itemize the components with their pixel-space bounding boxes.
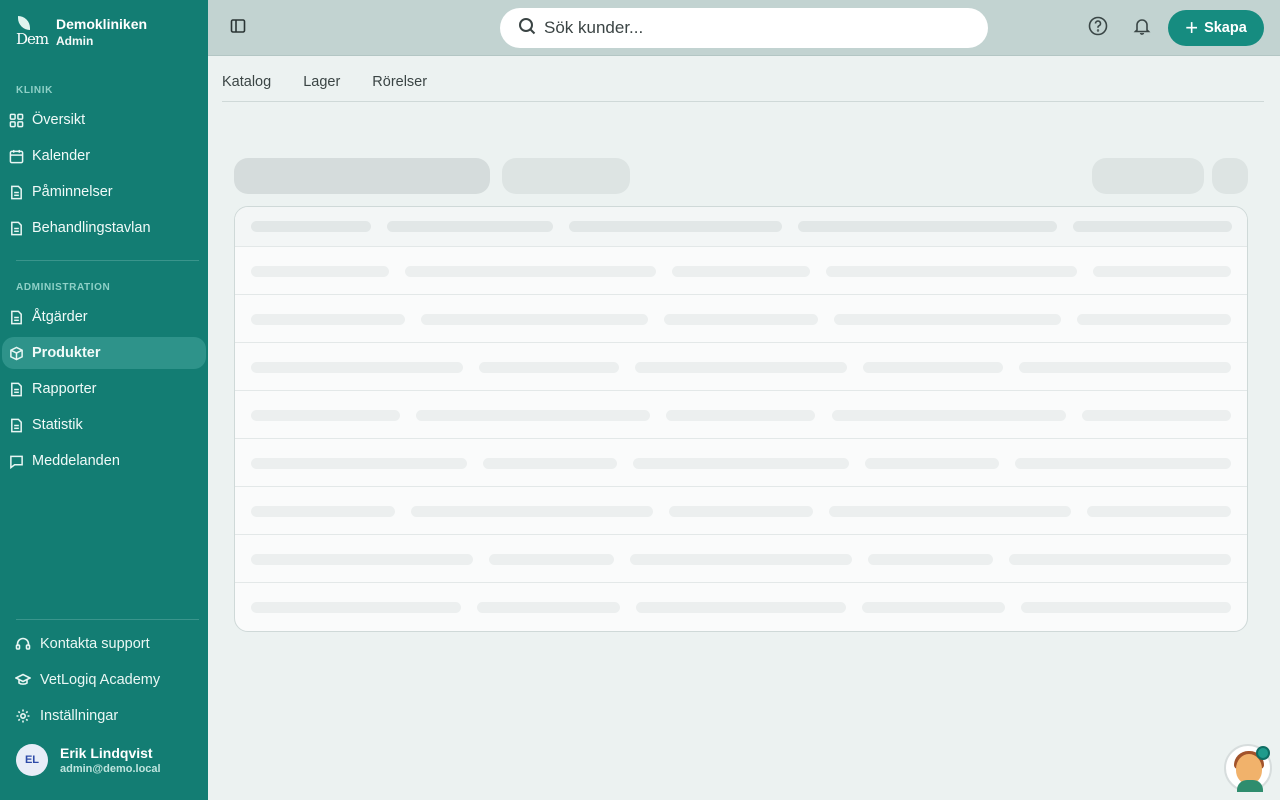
skeleton-icon-button <box>1212 158 1248 194</box>
help-icon <box>1088 16 1108 41</box>
document-icon <box>8 417 24 433</box>
assistant-badge-icon <box>1256 746 1270 760</box>
user-profile[interactable]: EL Erik Lindqvist admin@demo.local <box>16 744 161 776</box>
chat-icon <box>8 453 24 469</box>
bottom-item-label: VetLogiq Academy <box>40 672 161 688</box>
skeleton-search <box>234 158 490 194</box>
sidebar-item-label: Översikt <box>32 112 86 128</box>
sidebar-item-meddelanden[interactable]: Meddelanden <box>2 445 206 477</box>
sidebar-item-label: Åtgärder <box>32 309 88 325</box>
search-bar[interactable] <box>500 8 988 48</box>
skeleton-table <box>234 206 1248 632</box>
user-email: admin@demo.local <box>60 763 161 775</box>
clinic-name: Demokliniken <box>56 16 148 32</box>
tab-katalog[interactable]: Katalog <box>222 72 271 92</box>
table-row <box>235 391 1247 439</box>
assistant-avatar-button[interactable] <box>1224 744 1272 792</box>
sidebar: Dem Demokliniken Admin KLINIK Översikt K… <box>0 0 208 800</box>
notifications-button[interactable] <box>1130 16 1154 40</box>
installningar-link[interactable]: Inställningar <box>14 702 118 730</box>
skeleton-action <box>1092 158 1204 194</box>
document-icon <box>8 184 24 200</box>
table-row <box>235 343 1247 391</box>
document-icon <box>8 309 24 325</box>
sidebar-item-statistik[interactable]: Statistik <box>2 409 206 441</box>
section-label-clinic: KLINIK <box>16 85 53 96</box>
grid-icon <box>8 112 24 128</box>
calendar-icon <box>8 148 24 164</box>
plus-icon: + <box>1185 15 1199 40</box>
sidebar-toggle-icon <box>230 18 246 39</box>
sidebar-item-label: Produkter <box>32 345 101 361</box>
create-button-label: Skapa <box>1204 20 1247 36</box>
sidebar-divider <box>16 260 199 261</box>
table-row <box>235 295 1247 343</box>
sidebar-item-label: Statistik <box>32 417 83 433</box>
sidebar-item-label: Meddelanden <box>32 453 120 469</box>
table-header <box>235 207 1247 247</box>
sidebar-item-kalender[interactable]: Kalender <box>2 140 206 172</box>
sidebar-item-rapporter[interactable]: Rapporter <box>2 373 206 405</box>
brand[interactable]: Dem Demokliniken Admin <box>16 14 147 49</box>
tab-rorelser[interactable]: Rörelser <box>372 72 427 92</box>
tab-lager[interactable]: Lager <box>303 72 340 92</box>
table-row <box>235 487 1247 535</box>
vetlogiq-academy-link[interactable]: VetLogiq Academy <box>14 666 160 694</box>
avatar: EL <box>16 744 48 776</box>
kontakta-support-link[interactable]: Kontakta support <box>14 630 150 658</box>
sidebar-item-paminnelser[interactable]: Påminnelser <box>2 176 206 208</box>
bottom-item-label: Inställningar <box>40 708 119 724</box>
sidebar-item-label: Påminnelser <box>32 184 113 200</box>
graduation-cap-icon <box>14 671 32 689</box>
section-label-administration: ADMINISTRATION <box>16 282 111 293</box>
product-tabs: Katalog Lager Rörelser <box>222 72 1264 102</box>
table-row <box>235 439 1247 487</box>
sidebar-item-label: Rapporter <box>32 381 97 397</box>
sidebar-item-label: Kalender <box>32 148 91 164</box>
document-icon <box>8 220 24 236</box>
help-button[interactable] <box>1086 16 1110 40</box>
brand-logo-text: Dem <box>16 30 49 48</box>
sidebar-divider <box>16 619 199 620</box>
sidebar-item-oversikt[interactable]: Översikt <box>2 104 206 136</box>
bottom-item-label: Kontakta support <box>40 636 150 652</box>
document-icon <box>8 381 24 397</box>
create-button[interactable]: + Skapa <box>1168 10 1264 46</box>
skeleton-filter <box>502 158 630 194</box>
brand-logo: Dem <box>16 14 49 48</box>
user-name: Erik Lindqvist <box>60 745 153 761</box>
sidebar-toggle-button[interactable] <box>228 16 248 40</box>
sidebar-item-atgarder[interactable]: Åtgärder <box>2 301 206 333</box>
headset-icon <box>14 635 32 653</box>
box-icon <box>8 345 24 361</box>
table-row <box>235 247 1247 295</box>
sidebar-item-produkter[interactable]: Produkter <box>2 337 206 369</box>
table-row <box>235 583 1247 631</box>
search-icon <box>518 17 544 40</box>
table-row <box>235 535 1247 583</box>
sidebar-item-label: Behandlingstavlan <box>32 220 151 236</box>
gear-icon <box>14 707 32 725</box>
topbar: + Skapa <box>208 0 1280 56</box>
sidebar-item-behandlingstavlan[interactable]: Behandlingstavlan <box>2 212 206 244</box>
user-role: Admin <box>56 34 94 48</box>
search-input[interactable] <box>544 18 944 38</box>
bell-icon <box>1132 16 1152 41</box>
